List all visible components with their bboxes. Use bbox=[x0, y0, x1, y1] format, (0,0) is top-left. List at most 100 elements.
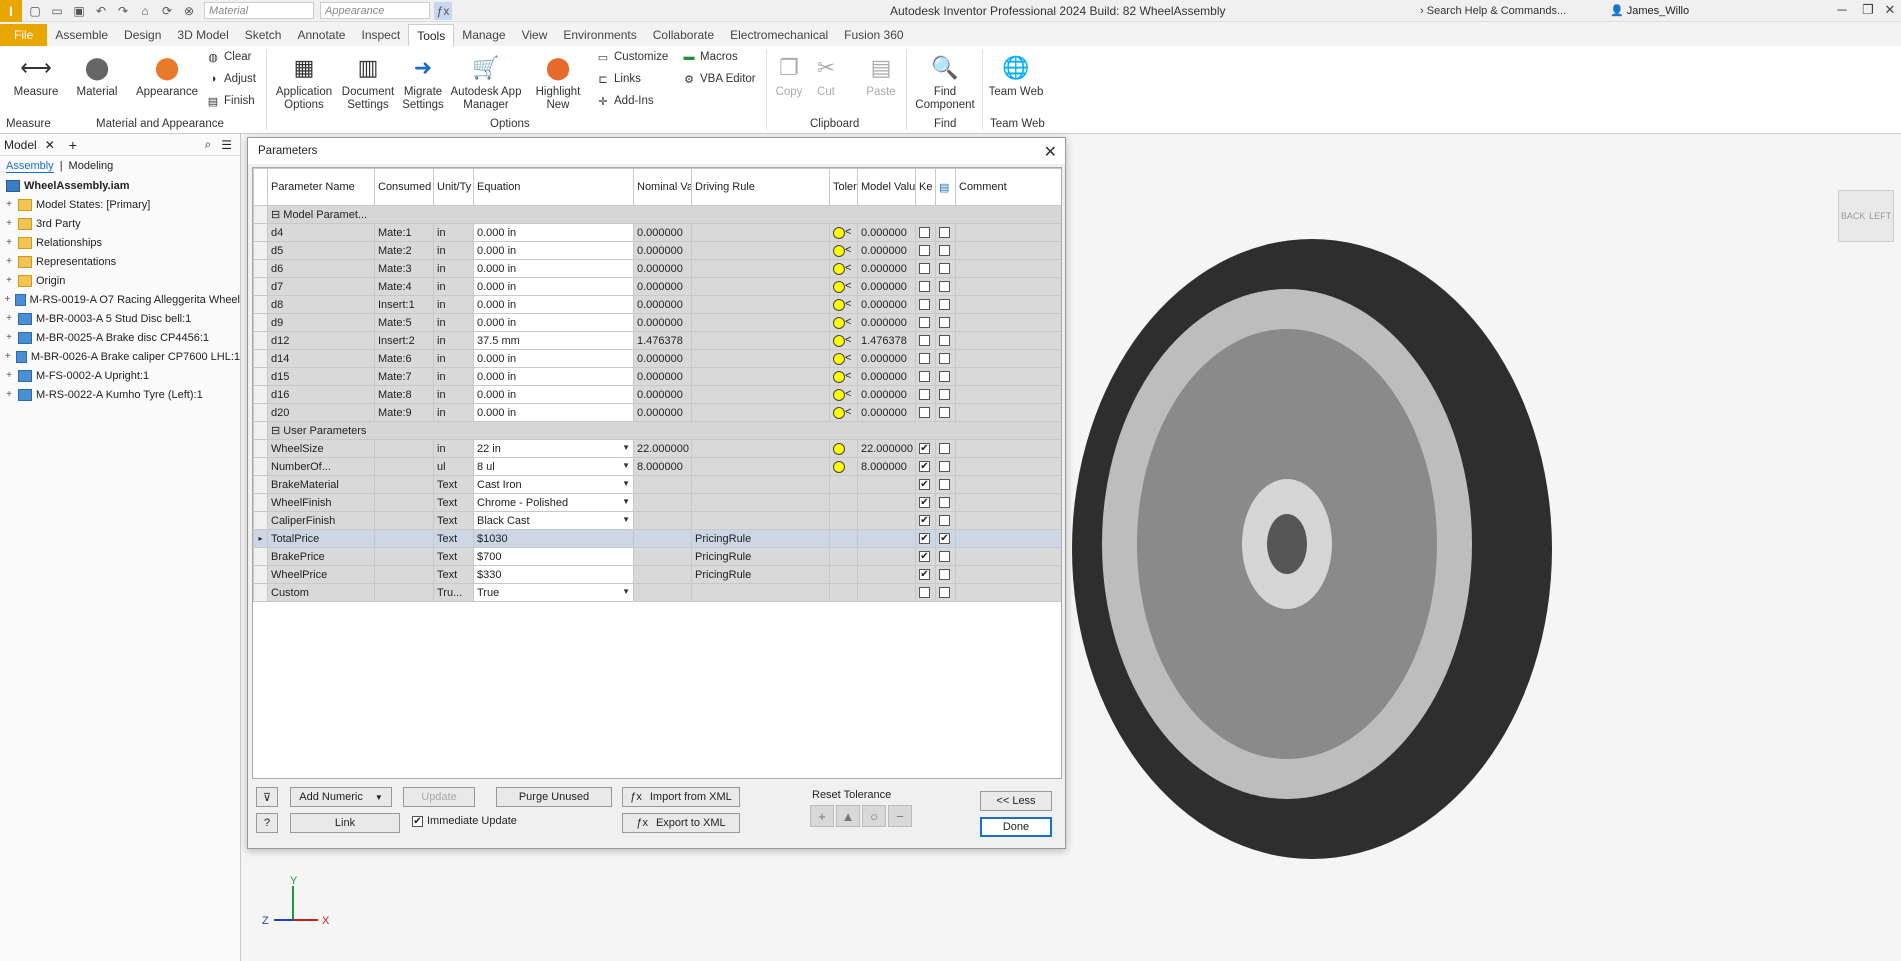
export-checkbox[interactable] bbox=[935, 313, 956, 332]
column-header[interactable]: Comment bbox=[955, 168, 1061, 206]
export-checkbox[interactable] bbox=[935, 331, 956, 350]
browser-search-icon[interactable]: ⌕ bbox=[205, 137, 212, 152]
column-header[interactable]: ▤ bbox=[935, 168, 956, 206]
param-name-cell[interactable]: d7 bbox=[267, 277, 375, 296]
parameter-row[interactable]: WheelSize in 22 in ▼ 22.000000 22.000000 ✔ bbox=[253, 439, 1061, 458]
upper-tolerance-icon[interactable]: + bbox=[810, 805, 834, 827]
key-checkbox[interactable] bbox=[915, 367, 936, 386]
key-checkbox[interactable]: ✔ bbox=[915, 547, 936, 566]
material-button[interactable]: ⬤ Material bbox=[72, 50, 122, 99]
material-combo[interactable]: Material bbox=[204, 2, 314, 19]
row-header[interactable] bbox=[253, 331, 268, 350]
parameter-row[interactable]: d4 Mate:1 in 0.000 in 0.000000 <0.000000 bbox=[253, 223, 1061, 242]
team-web-button[interactable]: 🌐 Team Web bbox=[986, 50, 1046, 99]
immediate-update-checkbox[interactable]: ✔ Immediate Update bbox=[412, 815, 517, 827]
inventor-logo[interactable]: I bbox=[0, 0, 22, 22]
export-checkbox[interactable] bbox=[935, 493, 956, 512]
tab-design[interactable]: Design bbox=[116, 24, 169, 46]
equation-cell[interactable]: Chrome - Polished ▼ bbox=[473, 493, 634, 512]
key-checkbox[interactable] bbox=[915, 259, 936, 278]
link-button[interactable]: Link bbox=[290, 813, 400, 833]
tree-item[interactable]: + Model States: [Primary] bbox=[0, 195, 240, 214]
key-checkbox[interactable] bbox=[915, 403, 936, 422]
row-header[interactable] bbox=[253, 223, 268, 242]
key-checkbox[interactable] bbox=[915, 295, 936, 314]
tolerance-cell[interactable]: < bbox=[829, 349, 858, 368]
parameter-row[interactable]: d20 Mate:9 in 0.000 in 0.000000 <0.000000 bbox=[253, 403, 1061, 422]
param-name-cell[interactable]: WheelFinish bbox=[267, 493, 375, 512]
param-name-cell[interactable]: WheelSize bbox=[267, 439, 375, 458]
search-help-input[interactable]: › Search Help & Commands... bbox=[1420, 2, 1600, 20]
expand-icon[interactable]: + bbox=[4, 313, 14, 324]
comment-cell[interactable] bbox=[955, 331, 1061, 350]
tolerance-cell[interactable]: < bbox=[829, 241, 858, 260]
tab-assembly[interactable]: Assembly bbox=[6, 160, 54, 173]
column-header[interactable]: Parameter Name bbox=[267, 168, 375, 206]
equation-cell[interactable]: True ▼ bbox=[473, 583, 634, 602]
parameter-row[interactable]: BrakeMaterial Text Cast Iron ▼ ✔ bbox=[253, 475, 1061, 494]
equation-cell[interactable]: 0.000 in bbox=[473, 367, 634, 386]
export-checkbox[interactable] bbox=[935, 223, 956, 242]
key-checkbox[interactable] bbox=[915, 349, 936, 368]
row-header[interactable] bbox=[253, 493, 268, 512]
nominal-tolerance-icon[interactable]: ▲ bbox=[836, 805, 860, 827]
key-checkbox[interactable] bbox=[915, 385, 936, 404]
equation-cell[interactable]: 0.000 in bbox=[473, 313, 634, 332]
group-user-parameters[interactable]: ⊟ User Parameters bbox=[253, 421, 1061, 440]
row-header[interactable] bbox=[253, 277, 268, 296]
clear-button[interactable]: ◍ Clear bbox=[206, 50, 251, 64]
key-checkbox[interactable] bbox=[915, 583, 936, 602]
median-tolerance-icon[interactable]: ○ bbox=[862, 805, 886, 827]
equation-cell[interactable]: 0.000 in bbox=[473, 259, 634, 278]
tab-view[interactable]: View bbox=[514, 24, 556, 46]
export-checkbox[interactable] bbox=[935, 349, 956, 368]
tab-collaborate[interactable]: Collaborate bbox=[645, 24, 722, 46]
equation-cell[interactable]: $330 bbox=[473, 565, 634, 584]
done-button[interactable]: Done bbox=[980, 817, 1052, 837]
equation-cell[interactable]: Black Cast ▼ bbox=[473, 511, 634, 530]
tolerance-cell[interactable]: < bbox=[829, 313, 858, 332]
tab-3d-model[interactable]: 3D Model bbox=[169, 24, 236, 46]
column-header[interactable]: Nominal Va bbox=[633, 168, 692, 206]
key-checkbox[interactable]: ✔ bbox=[915, 511, 936, 530]
row-header[interactable] bbox=[253, 367, 268, 386]
comment-cell[interactable] bbox=[955, 403, 1061, 422]
redo-icon[interactable]: ↷ bbox=[114, 2, 132, 20]
equation-cell[interactable]: 0.000 in bbox=[473, 385, 634, 404]
param-name-cell[interactable]: d4 bbox=[267, 223, 375, 242]
group-model-parameters[interactable]: ⊟ Model Paramet... bbox=[253, 205, 1061, 224]
parameter-row[interactable]: d12 Insert:2 in 37.5 mm 1.476378 <1.476378 bbox=[253, 331, 1061, 350]
param-name-cell[interactable]: WheelPrice bbox=[267, 565, 375, 584]
lower-tolerance-icon[interactable]: − bbox=[888, 805, 912, 827]
collapse-icon[interactable]: ⊟ bbox=[271, 209, 283, 221]
links-button[interactable]: ⊏ Links bbox=[596, 72, 640, 86]
equation-cell[interactable]: 0.000 in bbox=[473, 277, 634, 296]
param-name-cell[interactable]: d9 bbox=[267, 313, 375, 332]
row-header[interactable] bbox=[253, 457, 268, 476]
add-numeric-button[interactable]: Add Numeric ▼ bbox=[290, 787, 392, 807]
tab-sketch[interactable]: Sketch bbox=[237, 24, 290, 46]
tree-item[interactable]: + M-BR-0025-A Brake disc CP4456:1 bbox=[0, 328, 240, 347]
key-checkbox[interactable]: ✔ bbox=[915, 565, 936, 584]
comment-cell[interactable] bbox=[955, 277, 1061, 296]
chevron-down-icon[interactable]: ▼ bbox=[622, 587, 630, 596]
key-checkbox[interactable]: ✔ bbox=[915, 475, 936, 494]
tolerance-cell[interactable]: < bbox=[829, 403, 858, 422]
export-checkbox[interactable] bbox=[935, 367, 956, 386]
filter-button[interactable]: ⊽ bbox=[256, 787, 278, 807]
comment-cell[interactable] bbox=[955, 295, 1061, 314]
column-header[interactable]: Model Valu bbox=[857, 168, 916, 206]
key-checkbox[interactable] bbox=[915, 223, 936, 242]
param-name-cell[interactable]: NumberOf... bbox=[267, 457, 375, 476]
paste-button[interactable]: ▤ Paste bbox=[860, 50, 902, 99]
equation-cell[interactable]: Cast Iron ▼ bbox=[473, 475, 634, 494]
export-checkbox[interactable] bbox=[935, 241, 956, 260]
application-options-button[interactable]: ▦ Application Options bbox=[272, 50, 336, 112]
import-xml-button[interactable]: ƒx Import from XML bbox=[622, 787, 740, 807]
tree-item[interactable]: + M-FS-0002-A Upright:1 bbox=[0, 366, 240, 385]
panel-label-measure[interactable]: Measure bbox=[6, 118, 51, 130]
key-checkbox[interactable] bbox=[915, 241, 936, 260]
panel-label-material[interactable]: Material and Appearance bbox=[96, 118, 224, 130]
key-checkbox[interactable]: ✔ bbox=[915, 439, 936, 458]
tolerance-cell[interactable]: < bbox=[829, 331, 858, 350]
